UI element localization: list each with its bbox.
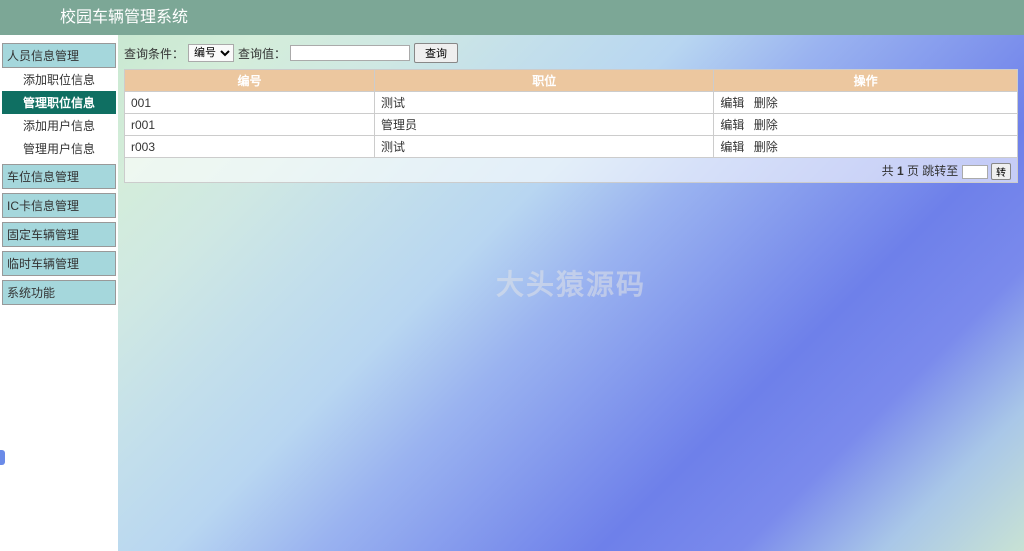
edit-link[interactable]: 编辑: [720, 118, 744, 132]
col-header-role: 职位: [375, 70, 714, 92]
cell-id: 001: [125, 92, 375, 114]
cell-actions: 编辑 删除: [714, 92, 1018, 114]
search-condition-select[interactable]: 编号: [188, 44, 234, 62]
page-prefix: 共: [882, 164, 894, 178]
sidebar: 人员信息管理 添加职位信息 管理职位信息 添加用户信息 管理用户信息 车位信息管…: [0, 35, 118, 551]
cell-actions: 编辑 删除: [714, 136, 1018, 158]
table-row: r003 测试 编辑 删除: [125, 136, 1018, 158]
cell-role: 测试: [375, 92, 714, 114]
cell-role: 测试: [375, 136, 714, 158]
layout: 人员信息管理 添加职位信息 管理职位信息 添加用户信息 管理用户信息 车位信息管…: [0, 35, 1024, 551]
pagination: 共 1 页 跳转至 转: [124, 158, 1018, 183]
app-title: 校园车辆管理系统: [60, 9, 188, 26]
sidebar-item-manage-role[interactable]: 管理职位信息: [2, 91, 116, 114]
app-header: 校园车辆管理系统: [0, 0, 1024, 35]
sidebar-group-temp-vehicle[interactable]: 临时车辆管理: [2, 251, 116, 276]
delete-link[interactable]: 删除: [754, 118, 778, 132]
sidebar-item-manage-user[interactable]: 管理用户信息: [2, 137, 116, 160]
page-total: 1: [897, 164, 904, 178]
col-header-id: 编号: [125, 70, 375, 92]
table-row: 001 测试 编辑 删除: [125, 92, 1018, 114]
sidebar-group-system[interactable]: 系统功能: [2, 280, 116, 305]
sidebar-item-add-role[interactable]: 添加职位信息: [2, 68, 116, 91]
sidebar-group-fixed-vehicle[interactable]: 固定车辆管理: [2, 222, 116, 247]
page-suffix: 页 跳转至: [907, 164, 958, 178]
page-jump-input[interactable]: [962, 165, 988, 179]
watermark: 大头猿源码: [496, 263, 646, 303]
sidebar-group-personnel[interactable]: 人员信息管理: [2, 43, 116, 68]
search-condition-label: 查询条件：: [124, 45, 184, 62]
search-value-input[interactable]: [290, 45, 410, 61]
edit-link[interactable]: 编辑: [720, 140, 744, 154]
table-row: r001 管理员 编辑 删除: [125, 114, 1018, 136]
sidebar-item-add-user[interactable]: 添加用户信息: [2, 114, 116, 137]
search-value-label: 查询值：: [238, 45, 286, 62]
edit-link[interactable]: 编辑: [720, 96, 744, 110]
left-edge-tab[interactable]: [0, 450, 5, 465]
delete-link[interactable]: 删除: [754, 140, 778, 154]
data-table: 编号 职位 操作 001 测试 编辑 删除 r001 管理员: [124, 69, 1018, 158]
sidebar-group-parking[interactable]: 车位信息管理: [2, 164, 116, 189]
sidebar-group-iccard[interactable]: IC卡信息管理: [2, 193, 116, 218]
col-header-action: 操作: [714, 70, 1018, 92]
cell-actions: 编辑 删除: [714, 114, 1018, 136]
delete-link[interactable]: 删除: [754, 96, 778, 110]
cell-role: 管理员: [375, 114, 714, 136]
search-button[interactable]: 查询: [414, 43, 458, 63]
main-panel: 查询条件： 编号 查询值： 查询 编号 职位 操作 001 测试: [118, 35, 1024, 551]
cell-id: r003: [125, 136, 375, 158]
search-bar: 查询条件： 编号 查询值： 查询: [124, 41, 1018, 69]
page-go-button[interactable]: 转: [991, 163, 1011, 180]
cell-id: r001: [125, 114, 375, 136]
